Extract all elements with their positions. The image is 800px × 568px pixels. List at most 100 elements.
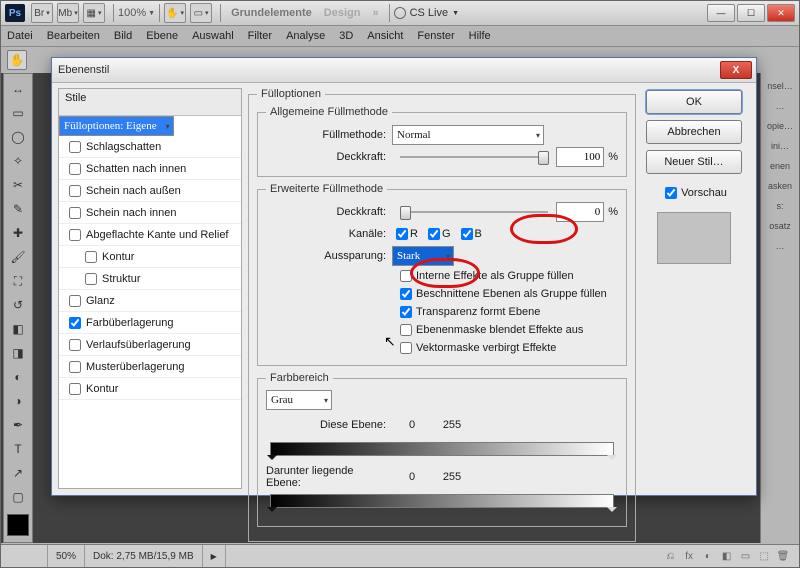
adv-checkbox[interactable]	[400, 306, 412, 318]
tool-move[interactable]: ↔	[6, 78, 30, 100]
tool-pen[interactable]: ✒	[6, 414, 30, 436]
tool-eraser[interactable]: ◧	[6, 318, 30, 340]
ok-button[interactable]: OK	[646, 90, 742, 114]
slider-opacity1[interactable]	[400, 150, 548, 164]
menu-ebene[interactable]: Ebene	[146, 30, 178, 42]
ch-g[interactable]	[428, 228, 440, 240]
view-zoom-button[interactable]: ▭	[190, 3, 212, 23]
minibridge-button[interactable]: Mb	[57, 3, 79, 23]
rtab-3[interactable]: ini…	[761, 139, 799, 153]
tool-gradient[interactable]: ◨	[6, 342, 30, 364]
cslive-button[interactable]: CS Live▼	[394, 7, 459, 19]
tool-path[interactable]: ↗	[6, 462, 30, 484]
style-item[interactable]: Schein nach innen	[59, 202, 241, 224]
tool-wand[interactable]: ✧	[6, 150, 30, 172]
slider-this-layer[interactable]	[270, 442, 614, 456]
tool-blur[interactable]: ◐	[6, 366, 30, 388]
input-opacity2[interactable]	[556, 202, 604, 222]
mini-icon[interactable]: ◐	[700, 551, 716, 562]
style-item[interactable]: Abgeflachte Kante und Relief	[59, 224, 241, 246]
menu-fenster[interactable]: Fenster	[417, 30, 454, 42]
select-method[interactable]: Normal	[392, 125, 544, 145]
styles-header[interactable]: Stile	[59, 89, 241, 116]
ch-r[interactable]	[396, 228, 408, 240]
tool-marquee[interactable]: ▭	[6, 102, 30, 124]
menu-3d[interactable]: 3D	[339, 30, 353, 42]
menu-hilfe[interactable]: Hilfe	[469, 30, 491, 42]
style-checkbox[interactable]	[69, 229, 81, 241]
input-opacity1[interactable]	[556, 147, 604, 167]
workspace-grundelemente[interactable]: Grundelemente	[231, 7, 312, 19]
mini-icon[interactable]: ⎌	[662, 551, 678, 562]
style-checkbox[interactable]	[69, 141, 81, 153]
style-item[interactable]: Musterüberlagerung	[59, 356, 241, 378]
screenmode-button[interactable]: ▦	[83, 3, 105, 23]
tool-lasso[interactable]: ◯	[6, 126, 30, 148]
style-checkbox[interactable]	[69, 361, 81, 373]
mini-icon[interactable]: 🗑	[775, 551, 791, 562]
rtab-1[interactable]: …	[761, 99, 799, 113]
style-item[interactable]: Schatten nach innen	[59, 158, 241, 180]
hand-tool-icon[interactable]: ✋	[7, 50, 27, 70]
menu-ansicht[interactable]: Ansicht	[367, 30, 403, 42]
tool-eyedrop[interactable]: ✎	[6, 198, 30, 220]
style-item[interactable]: Kontur	[59, 246, 241, 268]
dialog-titlebar[interactable]: Ebenenstil X	[52, 58, 756, 83]
rtab-5[interactable]: asken	[761, 179, 799, 193]
tool-stamp[interactable]: ⛶	[6, 270, 30, 292]
view-hand-button[interactable]: ✋	[164, 3, 186, 23]
status-zoom[interactable]: 50%	[48, 545, 85, 567]
tool-brush[interactable]: 🖌	[6, 246, 30, 268]
workspace-more[interactable]: »	[372, 7, 378, 19]
style-checkbox[interactable]	[69, 295, 81, 307]
adv-checkbox[interactable]	[400, 342, 412, 354]
ch-b[interactable]	[461, 228, 473, 240]
style-checkbox[interactable]	[85, 251, 97, 263]
tool-type[interactable]: T	[6, 438, 30, 460]
adv-checkbox[interactable]	[400, 288, 412, 300]
slider-opacity2[interactable]	[400, 205, 548, 219]
style-item[interactable]: Fülloptionen: Eigene	[59, 116, 174, 136]
rtab-4[interactable]: enen	[761, 159, 799, 173]
tool-history[interactable]: ↺	[6, 294, 30, 316]
menu-filter[interactable]: Filter	[248, 30, 272, 42]
tool-dodge[interactable]: ◑	[6, 390, 30, 412]
tool-heal[interactable]: ✚	[6, 222, 30, 244]
style-checkbox[interactable]	[69, 185, 81, 197]
dialog-close-button[interactable]: X	[720, 61, 752, 79]
newstyle-button[interactable]: Neuer Stil…	[646, 150, 742, 174]
maximize-button[interactable]: ☐	[737, 4, 765, 22]
menu-datei[interactable]: Datei	[7, 30, 33, 42]
tool-crop[interactable]: ✂	[6, 174, 30, 196]
preview-checkbox[interactable]	[665, 187, 677, 199]
rtab-7[interactable]: osatz	[761, 219, 799, 233]
style-checkbox[interactable]	[69, 339, 81, 351]
rtab-0[interactable]: nsel…	[761, 79, 799, 93]
style-item[interactable]: Kontur	[59, 378, 241, 400]
mini-icon[interactable]: fx	[681, 551, 697, 562]
menu-auswahl[interactable]: Auswahl	[192, 30, 234, 42]
menu-analyse[interactable]: Analyse	[286, 30, 325, 42]
style-item[interactable]: Verlaufsüberlagerung	[59, 334, 241, 356]
select-aussparung[interactable]: Stark	[392, 246, 454, 266]
zoom-label[interactable]: 100%	[118, 7, 146, 19]
style-item[interactable]: Struktur	[59, 268, 241, 290]
mini-icon[interactable]: ◧	[719, 551, 735, 562]
style-item[interactable]: Glanz	[59, 290, 241, 312]
mini-icon[interactable]: ▭	[737, 551, 753, 562]
minimize-button[interactable]: —	[707, 4, 735, 22]
style-item[interactable]: Schein nach außen	[59, 180, 241, 202]
adv-checkbox[interactable]	[400, 270, 412, 282]
style-item[interactable]: Schlagschatten	[59, 136, 241, 158]
slider-under-layer[interactable]	[270, 494, 614, 508]
style-checkbox[interactable]	[85, 273, 97, 285]
style-checkbox[interactable]	[69, 163, 81, 175]
select-colorblend[interactable]: Grau	[266, 390, 332, 410]
menu-bild[interactable]: Bild	[114, 30, 132, 42]
rtab-2[interactable]: opie…	[761, 119, 799, 133]
adv-checkbox[interactable]	[400, 324, 412, 336]
mini-icon[interactable]: ⬚	[756, 551, 772, 562]
workspace-design[interactable]: Design	[324, 7, 361, 19]
style-item[interactable]: Farbüberlagerung	[59, 312, 241, 334]
style-checkbox[interactable]	[69, 207, 81, 219]
